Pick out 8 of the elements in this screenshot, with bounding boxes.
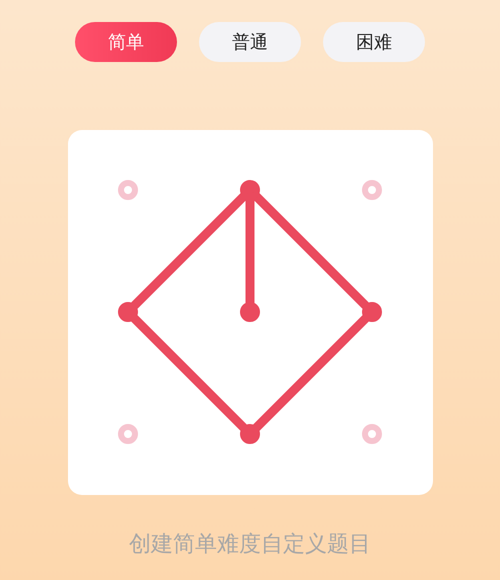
difficulty-tab[interactable]: 普通 xyxy=(199,22,301,62)
active-peg[interactable] xyxy=(118,302,138,322)
difficulty-tab[interactable]: 简单 xyxy=(75,22,177,62)
active-peg[interactable] xyxy=(240,424,260,444)
difficulty-tab[interactable]: 困难 xyxy=(323,22,425,62)
caption: 创建简单难度自定义题目 xyxy=(129,531,371,559)
active-peg[interactable] xyxy=(240,302,260,322)
active-peg[interactable] xyxy=(362,302,382,322)
